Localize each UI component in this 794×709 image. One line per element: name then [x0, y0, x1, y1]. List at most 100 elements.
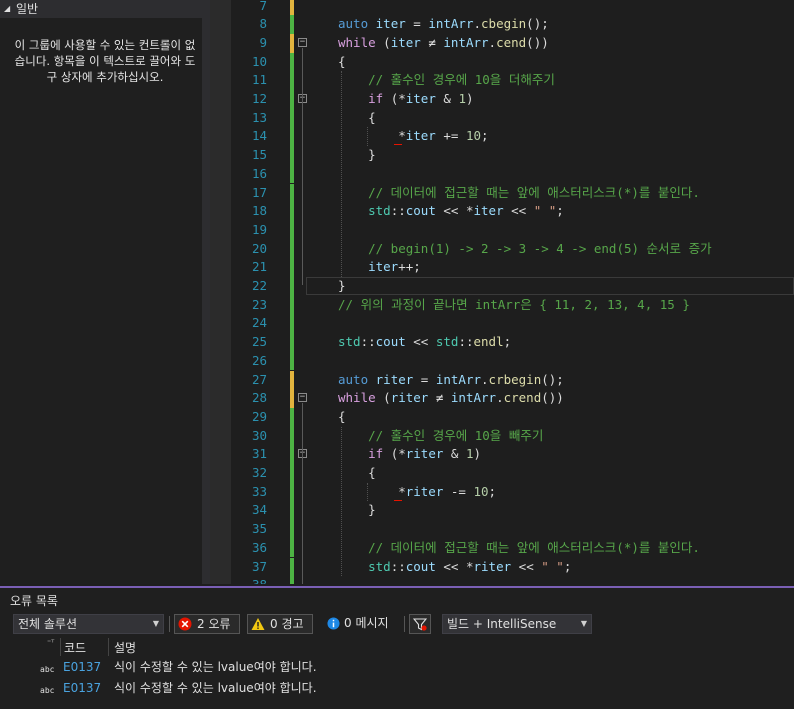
code-line[interactable]: 33 *riter -= 10;: [231, 482, 794, 502]
sort-icon[interactable]: ⁼ᵀ: [47, 638, 54, 647]
line-number: 26: [251, 352, 267, 368]
code-line[interactable]: 12− if (*iter & 1): [231, 90, 794, 109]
code-token: ;: [556, 203, 564, 219]
error-row[interactable]: abc E0137 식이 수정할 수 있는 lvalue여야 합니다.: [0, 678, 794, 698]
code-token: .: [473, 16, 482, 32]
code-line[interactable]: 27 auto riter = intArr.crbegin();: [231, 370, 794, 390]
code-text: *iter += 10;: [338, 127, 489, 146]
source-dropdown[interactable]: 빌드 + IntelliSense ▼: [442, 614, 592, 634]
error-code-link[interactable]: E0137: [63, 678, 101, 698]
line-number: 36: [251, 539, 267, 555]
code-line[interactable]: 38: [231, 576, 794, 584]
code-token: 10: [465, 128, 482, 144]
code-line[interactable]: 34 }: [231, 501, 794, 521]
change-indicator: [290, 220, 294, 240]
code-line[interactable]: 21 iter++;: [231, 258, 794, 277]
code-token: ::: [390, 558, 406, 574]
code-line[interactable]: 37 std::cout << *riter << " ";: [231, 557, 794, 577]
code-token: iter: [368, 259, 399, 275]
change-indicator: [290, 164, 294, 184]
code-token: ::: [458, 334, 474, 350]
fold-guide: [302, 459, 303, 510]
code-token: while: [338, 390, 384, 406]
code-line[interactable]: 15 }: [231, 146, 794, 165]
change-indicator: [290, 33, 294, 53]
code-line[interactable]: 19: [231, 220, 794, 240]
code-token: intArr: [443, 34, 489, 50]
code-token: std: [368, 203, 391, 219]
code-token: ;: [503, 334, 512, 350]
column-header-description[interactable]: 설명: [114, 639, 136, 656]
code-token: ;: [481, 128, 489, 144]
line-number: 17: [251, 184, 267, 200]
source-dropdown-label: 빌드 + IntelliSense: [447, 617, 557, 631]
code-token: {: [338, 465, 376, 480]
messages-filter-button[interactable]: 0 메시지: [324, 614, 420, 634]
code-line[interactable]: 20 // begin(1) -> 2 -> 3 -> 4 -> end(5) …: [231, 239, 794, 259]
code-line[interactable]: 26: [231, 351, 794, 371]
code-text: // 데이터에 접근할 때는 앞에 애스터리스크(*)를 붙인다.: [338, 539, 700, 558]
warnings-filter-button[interactable]: 0 경고: [247, 614, 313, 634]
code-token: intArr: [428, 16, 474, 32]
code-line[interactable]: 32 {: [231, 464, 794, 483]
code-text: // 홀수인 경우에 10을 빼주기: [338, 427, 543, 446]
fold-toggle-icon[interactable]: −: [298, 37, 307, 47]
code-token: 10: [473, 483, 489, 499]
code-line[interactable]: 16: [231, 164, 794, 184]
code-line[interactable]: 7: [231, 0, 794, 16]
code-line[interactable]: 11 // 홀수인 경우에 10을 더해주기: [231, 71, 794, 90]
code-token: =: [405, 16, 429, 32]
code-editor[interactable]: 7 8 auto iter = intArr.cbegin(); 9− while (i…: [231, 0, 794, 584]
toolbar-separator: [169, 616, 170, 632]
code-text: // 홀수인 경우에 10을 더해주기: [338, 71, 555, 90]
code-text: {: [338, 408, 346, 427]
code-token: if: [368, 91, 391, 106]
code-line[interactable]: 14 *iter += 10;: [231, 127, 794, 147]
code-text: }: [338, 501, 376, 520]
toolbox-group-header[interactable]: ◢ 일반: [0, 0, 202, 18]
code-token: <<: [405, 334, 436, 350]
line-number: 29: [251, 408, 267, 424]
scope-dropdown-label: 전체 솔루션: [18, 617, 78, 631]
panel-splitter[interactable]: [202, 0, 210, 584]
code-line[interactable]: 31− if (*riter & 1): [231, 445, 794, 464]
code-token: *: [338, 128, 406, 144]
code-line[interactable]: 13 {: [231, 108, 794, 128]
error-list-title[interactable]: 오류 목록: [10, 592, 58, 609]
column-header-code[interactable]: 코드: [64, 639, 86, 656]
code-line[interactable]: 9 − while (iter ≠ intArr.cend()): [231, 33, 794, 53]
code-text: // begin(1) -> 2 -> 3 -> 4 -> end(5) 순서로…: [338, 240, 711, 259]
errors-filter-button[interactable]: 2 오류: [174, 614, 240, 634]
fold-guide: [302, 47, 303, 285]
code-token: ≠: [428, 390, 451, 406]
code-line[interactable]: 8 auto iter = intArr.cbegin();: [231, 15, 794, 34]
code-line[interactable]: 23 // 위의 과정이 끝나면 intArr은 { 11, 2, 13, 4, …: [231, 295, 794, 315]
code-text: std::cout << std::endl;: [338, 333, 511, 352]
collapse-triangle-icon[interactable]: ◢: [4, 0, 10, 18]
code-line[interactable]: 30 // 홀수인 경우에 10을 빼주기: [231, 426, 794, 446]
code-line[interactable]: 35: [231, 520, 794, 539]
error-code-link[interactable]: E0137: [63, 657, 101, 677]
scope-dropdown[interactable]: 전체 솔루션 ▼: [13, 614, 164, 634]
code-token: intArr: [435, 371, 482, 387]
code-line[interactable]: 17 // 데이터에 접근할 때는 앞에 애스터리스크(*)를 붙인다.: [231, 183, 794, 203]
code-line[interactable]: 29 {: [231, 407, 794, 427]
code-line[interactable]: 24: [231, 314, 794, 334]
code-line[interactable]: 10 {: [231, 52, 794, 72]
fold-toggle-icon[interactable]: −: [298, 393, 307, 403]
code-line[interactable]: 25 std::cout << std::endl;: [231, 333, 794, 352]
code-line[interactable]: 28 − while (riter ≠ intArr.crend()): [231, 389, 794, 408]
code-token: << *: [435, 203, 474, 219]
code-line[interactable]: 18 std::cout << *iter << " ";: [231, 202, 794, 221]
error-row[interactable]: abc E0137 식이 수정할 수 있는 lvalue여야 합니다.: [0, 657, 794, 677]
editor-margin: [210, 0, 231, 584]
code-token: }: [338, 147, 376, 163]
errors-count-label: 2 오류: [197, 617, 231, 631]
code-token: std: [435, 334, 459, 350]
code-line[interactable]: 36 // 데이터에 접근할 때는 앞에 애스터리스크(*)를 붙인다.: [231, 538, 794, 558]
filter-button[interactable]: [409, 614, 431, 634]
